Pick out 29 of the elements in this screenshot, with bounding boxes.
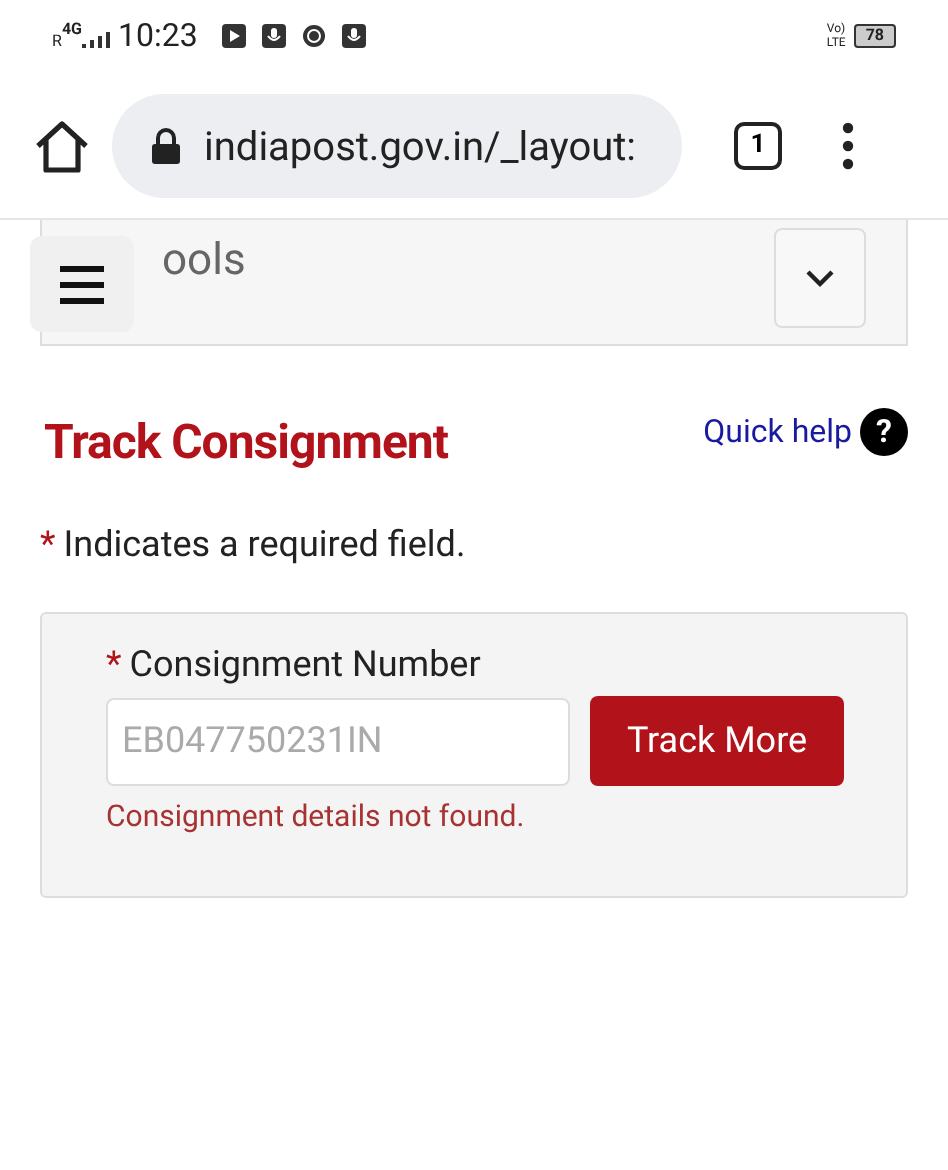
roaming-indicator: R xyxy=(52,30,62,54)
microphone-icon xyxy=(261,24,286,48)
chevron-down-icon xyxy=(804,268,836,288)
more-menu-icon[interactable] xyxy=(842,121,854,169)
tab-count-button[interactable]: 1 xyxy=(734,121,782,169)
help-icon[interactable]: ? xyxy=(860,408,908,456)
required-note: Indicates a required field. xyxy=(63,522,466,570)
signal-icon xyxy=(81,32,110,48)
menu-button[interactable] xyxy=(30,236,134,332)
play-icon xyxy=(221,24,246,48)
track-more-button[interactable]: Track More xyxy=(590,696,844,786)
microphone-icon xyxy=(341,24,366,48)
lock-icon xyxy=(152,127,180,163)
field-label: Consignment Number xyxy=(129,642,481,690)
page-title: Track Consignment xyxy=(44,412,448,474)
circle-icon xyxy=(301,24,326,48)
battery-icon: 78 xyxy=(853,24,896,48)
required-asterisk: * xyxy=(40,522,56,570)
home-icon[interactable] xyxy=(32,117,92,173)
consignment-number-field[interactable]: EB047750231IN xyxy=(106,697,570,785)
url-text: indiapost.gov.in/_layout: xyxy=(204,119,637,173)
tools-label: ools xyxy=(162,233,246,289)
required-asterisk: * xyxy=(106,642,122,690)
error-message: Consignment details not found. xyxy=(106,796,527,838)
address-bar[interactable]: indiapost.gov.in/_layout: xyxy=(112,93,682,197)
network-type: 4G xyxy=(61,18,82,38)
clock: 10:23 xyxy=(117,14,198,58)
menu-icon xyxy=(60,264,104,304)
quick-help-link[interactable]: Quick help xyxy=(703,408,852,456)
